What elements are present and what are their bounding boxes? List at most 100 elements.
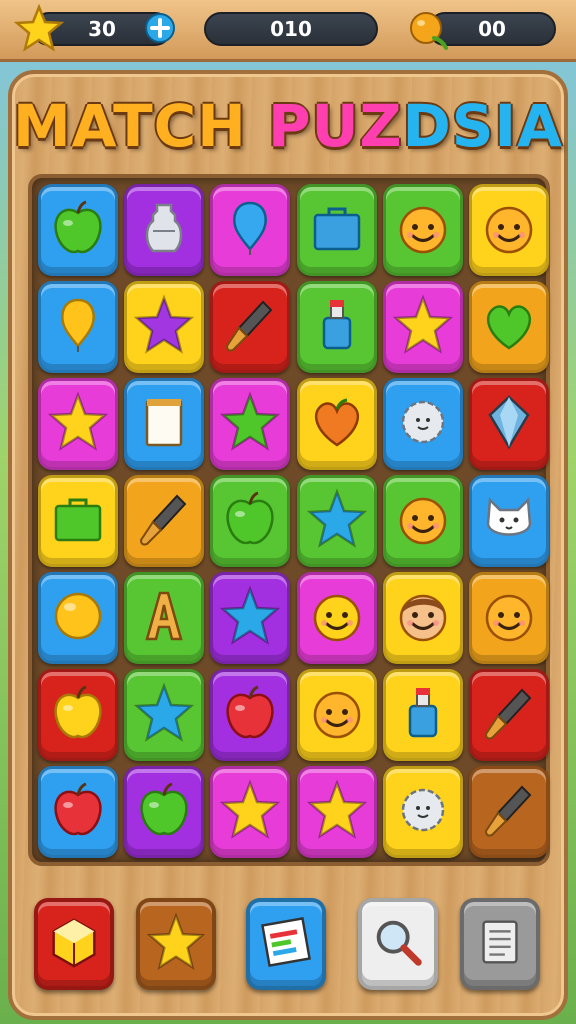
face-yellow-icon <box>306 585 368 651</box>
search-button[interactable] <box>358 898 438 990</box>
star-yellow-icon <box>306 779 368 845</box>
heart-green-icon <box>478 294 540 360</box>
star-yellow-icon <box>392 294 454 360</box>
apple-green-icon <box>47 197 109 263</box>
tile-r1-c2[interactable] <box>210 281 291 373</box>
menu-button[interactable] <box>460 898 540 990</box>
top-hud: 30 010 00 <box>0 0 576 62</box>
plus-icon[interactable] <box>144 12 176 44</box>
apple-yellow-icon <box>47 682 109 748</box>
tile-r1-c5[interactable] <box>469 281 549 373</box>
tile-r2-c4[interactable] <box>382 378 463 470</box>
tile-r5-c1[interactable] <box>124 669 205 761</box>
tile-r5-c0[interactable] <box>38 669 118 761</box>
tile-r2-c5[interactable] <box>469 378 549 470</box>
tile-r3-c1[interactable] <box>124 475 205 567</box>
bottle-icon <box>306 294 368 360</box>
tile-r3-c2[interactable] <box>210 475 291 567</box>
chart-icon <box>256 912 316 976</box>
tile-r3-c0[interactable] <box>38 475 118 567</box>
tile-r4-c5[interactable] <box>469 572 549 664</box>
tile-r6-c1[interactable] <box>124 766 205 858</box>
stars-value: 30 <box>88 17 116 41</box>
tile-r1-c3[interactable] <box>296 281 377 373</box>
brush-icon <box>133 488 195 554</box>
cat-icon <box>478 488 540 554</box>
chart-button[interactable] <box>246 898 326 990</box>
tile-r1-c1[interactable] <box>124 281 205 373</box>
star-blue-icon <box>219 585 281 651</box>
tile-r0-c4[interactable] <box>382 184 463 276</box>
face-boy-icon <box>392 585 454 651</box>
apple-red-icon <box>47 779 109 845</box>
tile-r4-c2[interactable] <box>210 572 291 664</box>
vase-icon <box>133 197 195 263</box>
tile-r6-c5[interactable] <box>469 766 549 858</box>
ball-yellow-icon <box>47 585 109 651</box>
face-orange-icon <box>392 488 454 554</box>
apple-red-icon <box>219 682 281 748</box>
face-orange-icon <box>478 197 540 263</box>
tile-r5-c2[interactable] <box>210 669 291 761</box>
star-yellow-icon <box>219 779 281 845</box>
star-blue-icon <box>306 488 368 554</box>
balloon-icon <box>219 197 281 263</box>
star-yellow-icon <box>146 912 206 976</box>
tile-r6-c2[interactable] <box>210 766 291 858</box>
game-board <box>28 174 550 866</box>
star-blue-icon <box>133 682 195 748</box>
brush-icon <box>478 682 540 748</box>
tile-r2-c2[interactable] <box>210 378 291 470</box>
tile-r6-c3[interactable] <box>296 766 377 858</box>
brush-icon <box>219 294 281 360</box>
brush-icon <box>478 779 540 845</box>
tile-r5-c4[interactable] <box>382 669 463 761</box>
cube-icon <box>44 912 104 976</box>
tile-r3-c4[interactable] <box>382 475 463 567</box>
apple-green-icon <box>219 488 281 554</box>
tile-r2-c0[interactable] <box>38 378 118 470</box>
tile-r4-c4[interactable] <box>382 572 463 664</box>
tile-r3-c3[interactable] <box>296 475 377 567</box>
title-part3: DSIA <box>402 92 564 160</box>
tile-r0-c1[interactable] <box>124 184 205 276</box>
fruit-value: 00 <box>478 17 506 41</box>
star-yellow-icon <box>47 391 109 457</box>
fruit-icon <box>406 6 450 52</box>
moves-value: 010 <box>270 17 312 41</box>
face-orange-icon <box>392 197 454 263</box>
star-button[interactable] <box>136 898 216 990</box>
bottle-icon <box>392 682 454 748</box>
tile-r4-c0[interactable] <box>38 572 118 664</box>
tile-r0-c5[interactable] <box>469 184 549 276</box>
game-title: MATCH PUZDSIA <box>0 88 576 164</box>
tile-r1-c0[interactable] <box>38 281 118 373</box>
gem-icon <box>478 391 540 457</box>
magnifier-icon <box>368 912 428 976</box>
star-icon <box>14 4 64 54</box>
tile-r2-c3[interactable] <box>296 378 377 470</box>
apple-green-icon <box>133 779 195 845</box>
tile-r0-c2[interactable] <box>210 184 291 276</box>
star-green-icon <box>219 391 281 457</box>
tile-r1-c4[interactable] <box>382 281 463 373</box>
box-green-icon <box>47 488 109 554</box>
tile-r6-c0[interactable] <box>38 766 118 858</box>
tile-r3-c5[interactable] <box>469 475 549 567</box>
moves-counter: 010 <box>204 12 378 46</box>
tile-r5-c3[interactable] <box>296 669 377 761</box>
cube-button[interactable] <box>34 898 114 990</box>
tile-r0-c0[interactable] <box>38 184 118 276</box>
tile-r5-c5[interactable] <box>469 669 549 761</box>
tile-r0-c3[interactable] <box>296 184 377 276</box>
tile-r2-c1[interactable] <box>124 378 205 470</box>
tile-r4-c1[interactable] <box>124 572 205 664</box>
title-part1: MATCH <box>12 92 247 160</box>
tile-r6-c4[interactable] <box>382 766 463 858</box>
balloon-yellow-icon <box>47 294 109 360</box>
list-icon <box>470 912 530 976</box>
title-part2: PUZ <box>267 92 403 160</box>
tile-r4-c3[interactable] <box>296 572 377 664</box>
gear-icon <box>392 779 454 845</box>
letter-a-icon <box>133 585 195 651</box>
